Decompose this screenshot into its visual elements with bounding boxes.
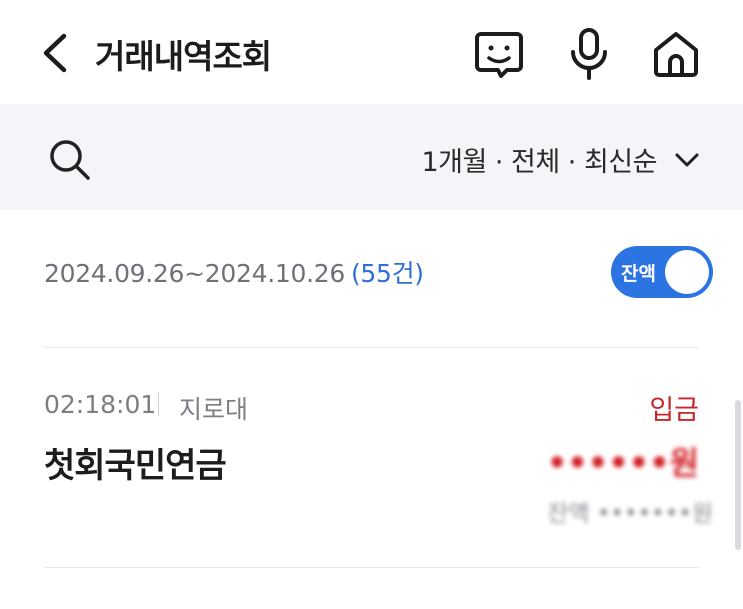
chatbot-icon[interactable] [471, 26, 527, 82]
transaction-amount: ••••••원 [546, 444, 699, 482]
filter-label: 1개월 · 전체 · 최신순 [421, 147, 657, 178]
transaction-count: (55건) [350, 259, 424, 288]
transaction-type: 입금 [649, 395, 699, 426]
balance-toggle[interactable]: 잔액 [611, 246, 713, 298]
page-title: 거래내역조회 [95, 37, 272, 76]
top-app-bar: 거래내역조회 [0, 0, 743, 104]
divider [44, 347, 699, 348]
date-range: 2024.09.26~2024.10.26 (55건) [44, 254, 424, 290]
microphone-icon[interactable] [561, 26, 617, 82]
transaction-item[interactable]: 02:18:01 지로대 입금 첫회국민연금 ••••••원 잔액 ••••••… [0, 360, 743, 550]
filter-bar: 1개월 · 전체 · 최신순 [0, 104, 743, 210]
filter-dropdown[interactable]: 1개월 · 전체 · 최신순 [421, 140, 701, 179]
divider [44, 567, 699, 568]
transaction-balance: 잔액 •••••••원 [547, 501, 713, 527]
transaction-time: 02:18:01 [44, 390, 157, 419]
back-arrow-icon[interactable] [36, 30, 76, 76]
chevron-down-icon [675, 153, 699, 166]
transaction-channel: 지로대 [179, 395, 249, 424]
toggle-knob [665, 250, 709, 294]
balance-toggle-label: 잔액 [621, 263, 656, 285]
home-icon[interactable] [648, 26, 704, 82]
scrollbar[interactable] [735, 400, 741, 550]
search-icon[interactable] [46, 136, 94, 184]
separator [158, 392, 159, 416]
date-range-text: 2024.09.26~2024.10.26 [44, 259, 345, 288]
transaction-description: 첫회국민연금 [44, 446, 227, 486]
